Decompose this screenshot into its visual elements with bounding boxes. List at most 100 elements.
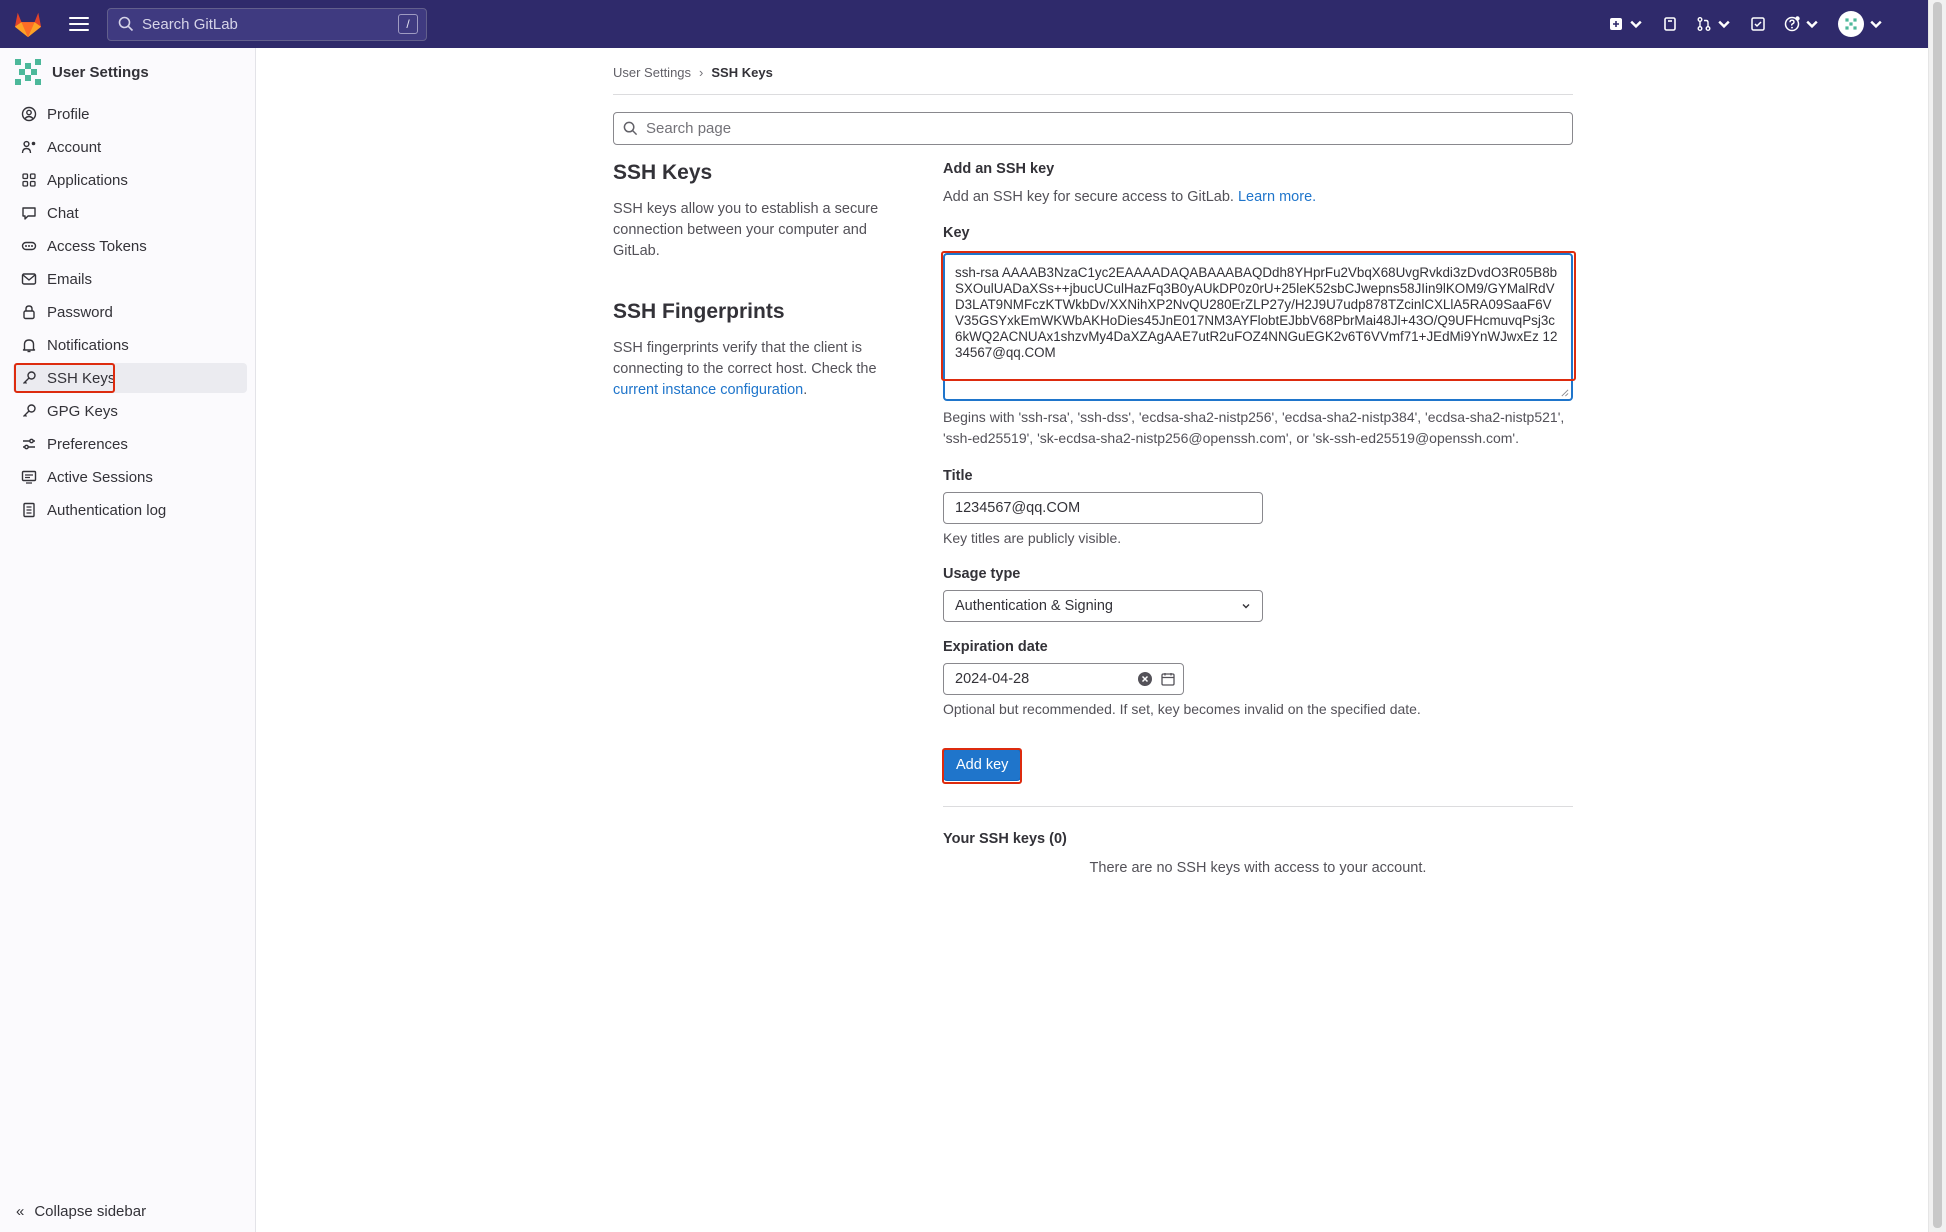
sidebar-item-label: Notifications [47,336,129,354]
scrollbar-thumb[interactable] [1933,2,1942,1228]
global-search-input[interactable]: Search GitLab / [107,7,427,41]
gitlab-logo[interactable] [13,10,43,38]
clear-icon[interactable] [1137,671,1153,687]
avatar [1838,11,1864,37]
sidebar-item-emails[interactable]: Emails [13,264,247,294]
main-menu-button[interactable] [69,17,89,31]
sidebar-item-label: Password [47,303,113,321]
sidebar-header[interactable]: User Settings [0,48,255,96]
form-intro: Add an SSH key for secure access to GitL… [943,189,1573,205]
usage-type-select[interactable]: Authentication & Signing [943,590,1263,622]
sidebar-item-active-sessions[interactable]: Active Sessions [13,462,247,492]
expiration-date-hint: Optional but recommended. If set, key be… [943,701,1421,717]
key-icon [23,371,36,384]
sidebar-item-preferences[interactable]: Preferences [13,429,247,459]
help-button[interactable] [1784,16,1820,32]
account-icon [21,140,36,154]
learn-more-link[interactable]: Learn more. [1238,189,1316,205]
sidebar-item-label: Profile [47,105,90,123]
merge-request-icon [1697,17,1711,31]
breadcrumb-parent[interactable]: User Settings [613,65,691,80]
expiration-date-input[interactable]: 2024-04-28 [943,663,1184,695]
search-icon [118,16,134,32]
sidebar-item-notifications[interactable]: Notifications [13,330,247,360]
sidebar-item-account[interactable]: Account [13,132,247,162]
sidebar-item-label: Authentication log [47,501,167,519]
identicon-icon [1845,18,1857,30]
sidebar-item-ssh-keys[interactable]: SSH Keys [13,363,247,393]
applications-icon [22,173,36,187]
add-ssh-key-form: Add an SSH key Add an SSH key for secure… [942,161,1573,876]
title-label: Title [943,468,973,484]
chevron-down-icon [1718,20,1730,29]
collapse-sidebar-button[interactable]: « Collapse sidebar [16,1203,146,1220]
title-hint: Key titles are publicly visible. [943,530,1122,546]
todos-button[interactable] [1750,16,1766,32]
settings-sidebar: User Settings Profile Account Applicatio… [0,48,256,1232]
ssh-keys-heading: SSH Keys [613,161,713,184]
sidebar-item-authentication-log[interactable]: Authentication log [13,495,247,525]
main-content: User Settings › SSH Keys Search page SSH… [613,48,1576,876]
sidebar-item-label: Emails [47,270,93,288]
create-new-button[interactable] [1608,16,1644,32]
empty-keys-message: There are no SSH keys with access to you… [1089,860,1427,876]
sidebar-item-gpg-keys[interactable]: GPG Keys [13,396,247,426]
issues-button[interactable] [1662,16,1678,32]
expiration-date-label: Expiration date [943,639,1048,655]
add-key-button[interactable]: Add key [943,749,1022,781]
bell-icon [22,339,36,353]
search-icon [623,121,638,136]
todo-icon [1751,17,1765,31]
breadcrumb-current[interactable]: SSH Keys [711,65,772,80]
sidebar-item-label: Account [47,138,102,156]
vertical-scrollbar[interactable] [1928,0,1946,1232]
expiration-date-value: 2024-04-28 [955,671,1030,687]
user-menu-button[interactable] [1838,11,1884,37]
ssh-keys-description: SSH keys allow you to establish a secure… [613,201,879,259]
issues-icon [1664,17,1676,31]
submit-wrapper: Add key [942,748,1022,784]
sidebar-item-profile[interactable]: Profile [13,99,247,129]
sidebar-item-chat[interactable]: Chat [13,198,247,228]
sidebar-title: User Settings [52,63,149,81]
title-input-value: 1234567@qq.COM [955,500,1081,516]
ssh-fingerprints-description: SSH fingerprints verify that the client … [613,338,913,401]
search-shortcut-badge: / [398,14,418,34]
chevron-double-left-icon: « [16,1203,25,1220]
chevron-down-icon [1630,20,1642,29]
global-search-placeholder: Search GitLab [142,15,238,33]
usage-type-value: Authentication & Signing [955,598,1113,614]
sidebar-item-applications[interactable]: Applications [13,165,247,195]
page-search-input[interactable]: Search page [613,112,1573,145]
breadcrumb: User Settings › SSH Keys [613,48,1573,95]
sidebar-item-access-tokens[interactable]: Access Tokens [13,231,247,261]
fingerprints-period: . [803,382,808,398]
calendar-icon[interactable] [1161,672,1175,686]
instance-configuration-link[interactable]: current instance configuration [613,382,803,398]
key-textarea[interactable]: ssh-rsa AAAAB3NzaC1yc2EAAAADAQABAAABAQDd… [943,253,1573,401]
lock-icon [23,305,35,320]
question-icon [1784,16,1800,32]
token-icon [21,241,37,251]
chat-icon [22,207,36,220]
title-input[interactable]: 1234567@qq.COM [943,492,1263,524]
ssh-fingerprints-heading: SSH Fingerprints [613,300,785,323]
sidebar-item-password[interactable]: Password [13,297,247,327]
plus-square-icon [1610,18,1622,30]
merge-requests-button[interactable] [1696,16,1732,32]
sidebar-item-label: Chat [47,204,79,222]
mail-icon [21,273,37,285]
user-settings-identicon-icon [15,59,41,85]
form-intro-text: Add an SSH key for secure access to GitL… [943,189,1234,205]
page-search-placeholder: Search page [646,120,732,137]
resize-handle-icon[interactable] [1560,388,1569,397]
preferences-icon [23,438,35,450]
profile-icon [21,106,37,122]
sidebar-item-label: Applications [47,171,128,189]
key-icon [23,404,36,417]
chevron-down-icon [1870,20,1882,29]
sidebar-item-label: GPG Keys [47,402,118,420]
sidebar-item-label: SSH Keys [47,369,116,387]
fingerprints-text: SSH fingerprints verify that the client … [613,340,877,377]
usage-type-label: Usage type [943,566,1021,582]
